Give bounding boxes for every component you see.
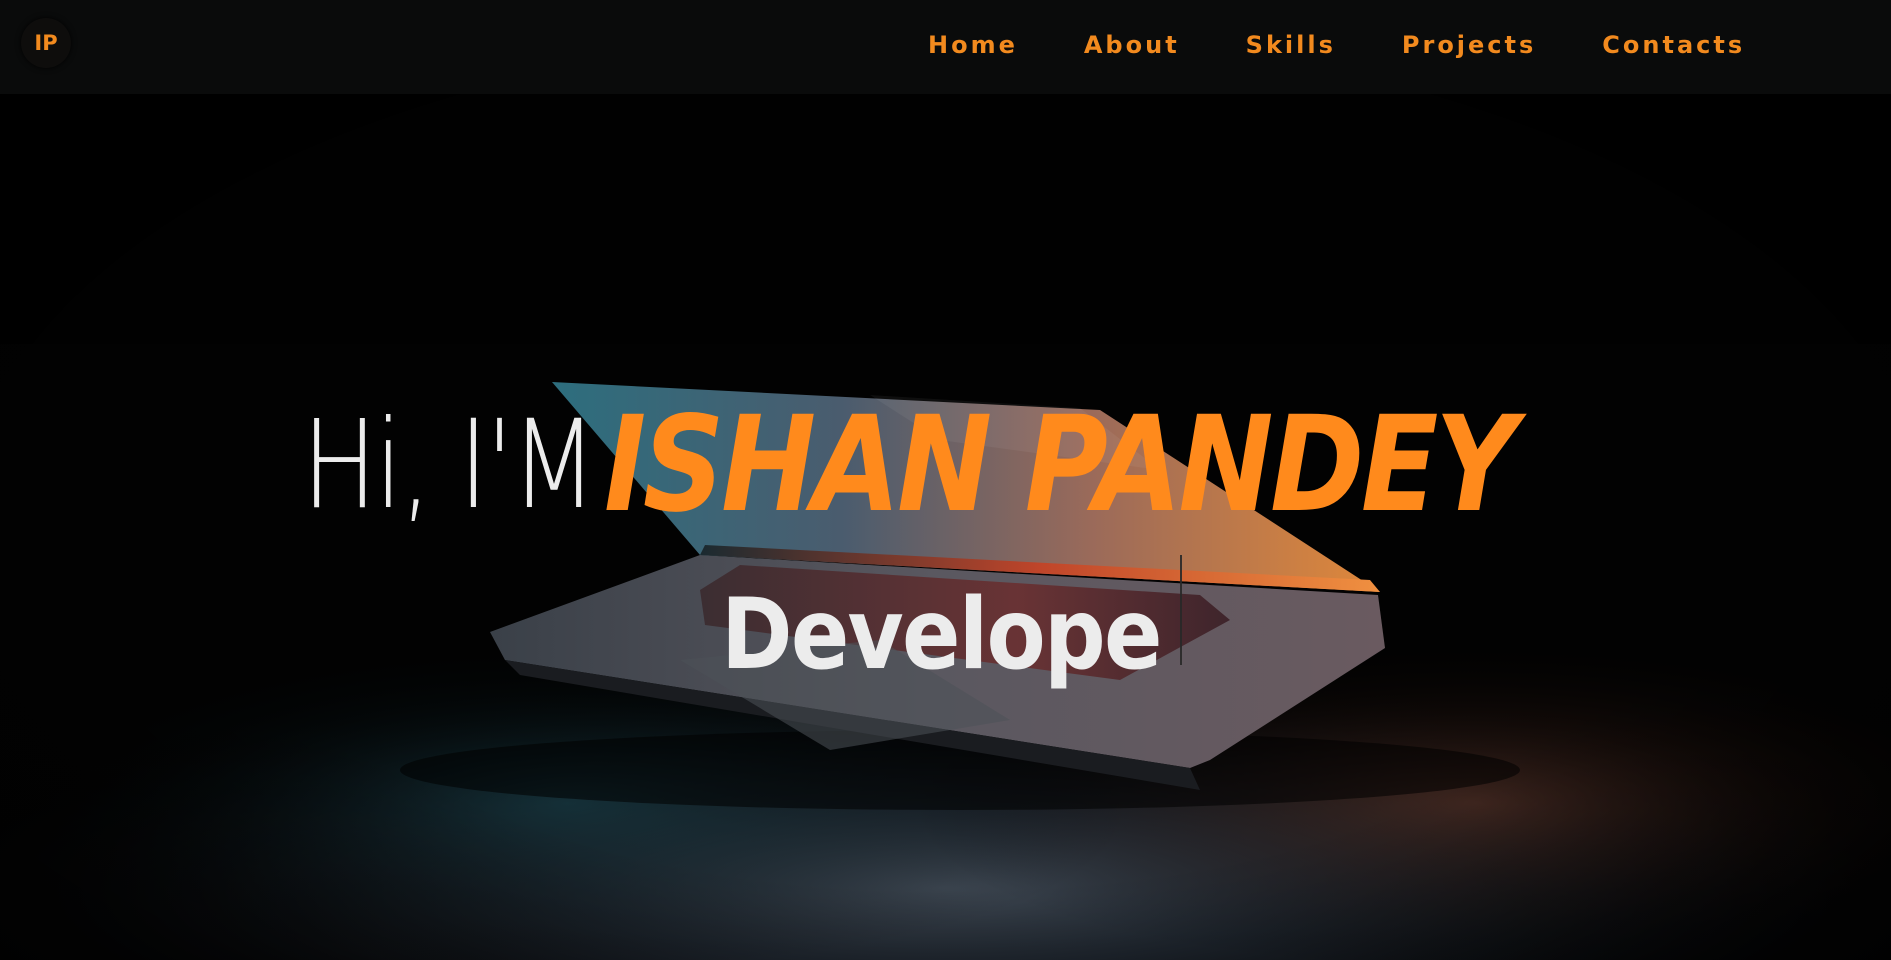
nav-item-home: Home bbox=[928, 28, 1018, 64]
nav-link-home[interactable]: Home bbox=[928, 28, 1018, 62]
navbar: IP Home About Skills Projects Contacts bbox=[0, 0, 1891, 94]
logo-link[interactable]: IP bbox=[21, 18, 71, 68]
nav-link-contacts[interactable]: Contacts bbox=[1602, 28, 1745, 62]
hero-typed-role: Develope bbox=[721, 578, 1162, 692]
nav-link-skills[interactable]: Skills bbox=[1246, 28, 1336, 62]
nav-item-contacts: Contacts bbox=[1602, 28, 1745, 64]
portfolio-page: IP Home About Skills Projects Contacts H… bbox=[0, 0, 1891, 960]
typing-cursor bbox=[1180, 555, 1182, 665]
nav-item-about: About bbox=[1084, 28, 1180, 64]
nav-item-projects: Projects bbox=[1402, 28, 1536, 64]
nav-links: Home About Skills Projects Contacts bbox=[928, 28, 1745, 64]
hero-name: ISHAN PANDEY bbox=[604, 388, 1517, 542]
hero-greeting: Hi, I'M bbox=[302, 394, 597, 536]
nav-item-skills: Skills bbox=[1246, 28, 1336, 64]
nav-link-about[interactable]: About bbox=[1084, 28, 1180, 62]
nav-link-projects[interactable]: Projects bbox=[1402, 28, 1536, 62]
